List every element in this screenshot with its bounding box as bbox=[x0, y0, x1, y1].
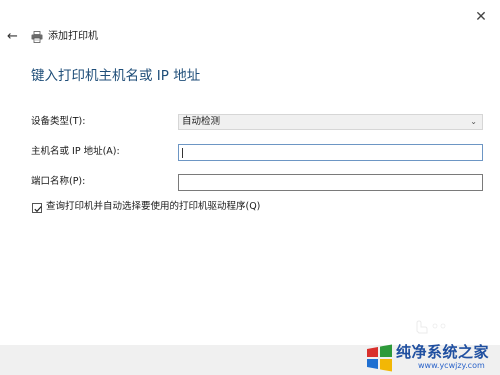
hostname-label: 主机名或 IP 地址(A): bbox=[31, 146, 120, 157]
chevron-down-icon: ⌄ bbox=[470, 117, 477, 126]
port-name-input[interactable] bbox=[178, 174, 483, 191]
windows-logo-icon bbox=[367, 344, 392, 372]
brand-name: 纯净系统之家 bbox=[396, 343, 490, 361]
hostname-input[interactable] bbox=[178, 144, 483, 161]
device-type-value: 自动检测 bbox=[182, 116, 221, 127]
text-caret bbox=[182, 148, 183, 158]
back-button[interactable]: ← bbox=[7, 29, 21, 45]
device-type-select[interactable]: 自动检测 ⌄ bbox=[178, 114, 483, 130]
close-button[interactable]: ✕ bbox=[472, 8, 490, 26]
query-printer-label: 查询打印机并自动选择要使用的打印机驱动程序(Q) bbox=[46, 201, 261, 212]
window-title: 添加打印机 bbox=[48, 31, 98, 42]
window-header: ← 添加打印机 bbox=[0, 28, 500, 48]
printer-icon bbox=[31, 31, 43, 43]
page-heading: 键入打印机主机名或 IP 地址 bbox=[31, 68, 201, 84]
back-arrow-icon: ← bbox=[7, 29, 18, 44]
brand-url: www.ycwjzy.com bbox=[418, 361, 485, 370]
hand-cursor-watermark-icon bbox=[416, 320, 446, 334]
port-name-label: 端口名称(P): bbox=[31, 176, 86, 187]
close-icon: ✕ bbox=[475, 9, 487, 25]
brand-watermark: 纯净系统之家 www.ycwjzy.com bbox=[362, 341, 500, 375]
checkmark-icon bbox=[34, 206, 42, 213]
query-printer-checkbox[interactable] bbox=[32, 203, 42, 213]
device-type-label: 设备类型(T): bbox=[31, 116, 86, 127]
